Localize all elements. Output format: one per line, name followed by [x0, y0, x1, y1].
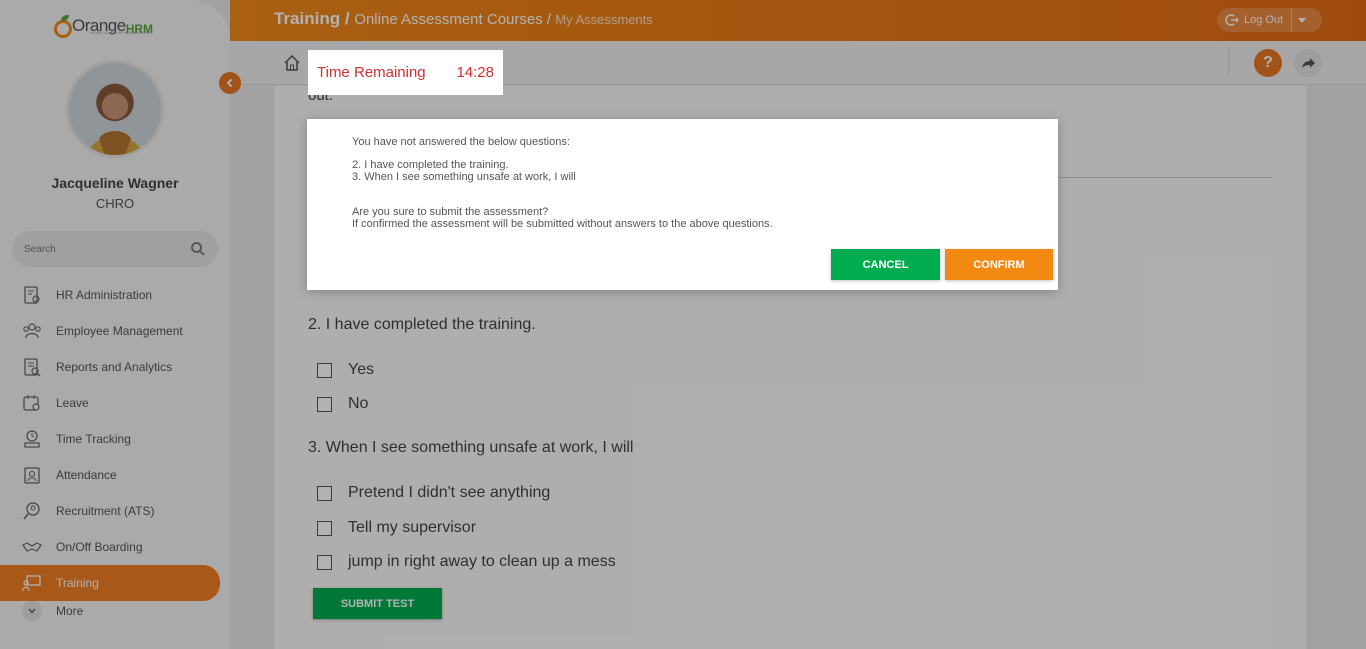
dialog-confirm-question: Are you sure to submit the assessment? — [352, 206, 549, 218]
unanswered-item: 2. I have completed the training. — [352, 159, 509, 171]
modal-backdrop[interactable] — [0, 0, 1366, 649]
time-remaining-value: 14:28 — [456, 64, 494, 81]
cancel-button[interactable]: CANCEL — [831, 249, 940, 280]
dialog-confirm-note: If confirmed the assessment will be subm… — [352, 218, 773, 230]
dialog-intro: You have not answered the below question… — [352, 136, 570, 148]
time-remaining-label: Time Remaining — [317, 64, 426, 81]
time-remaining-box: Time Remaining 14:28 — [308, 50, 503, 95]
unanswered-item: 3. When I see something unsafe at work, … — [352, 171, 576, 183]
confirm-button[interactable]: CONFIRM — [945, 249, 1053, 280]
unanswered-questions-dialog: You have not answered the below question… — [307, 119, 1058, 290]
